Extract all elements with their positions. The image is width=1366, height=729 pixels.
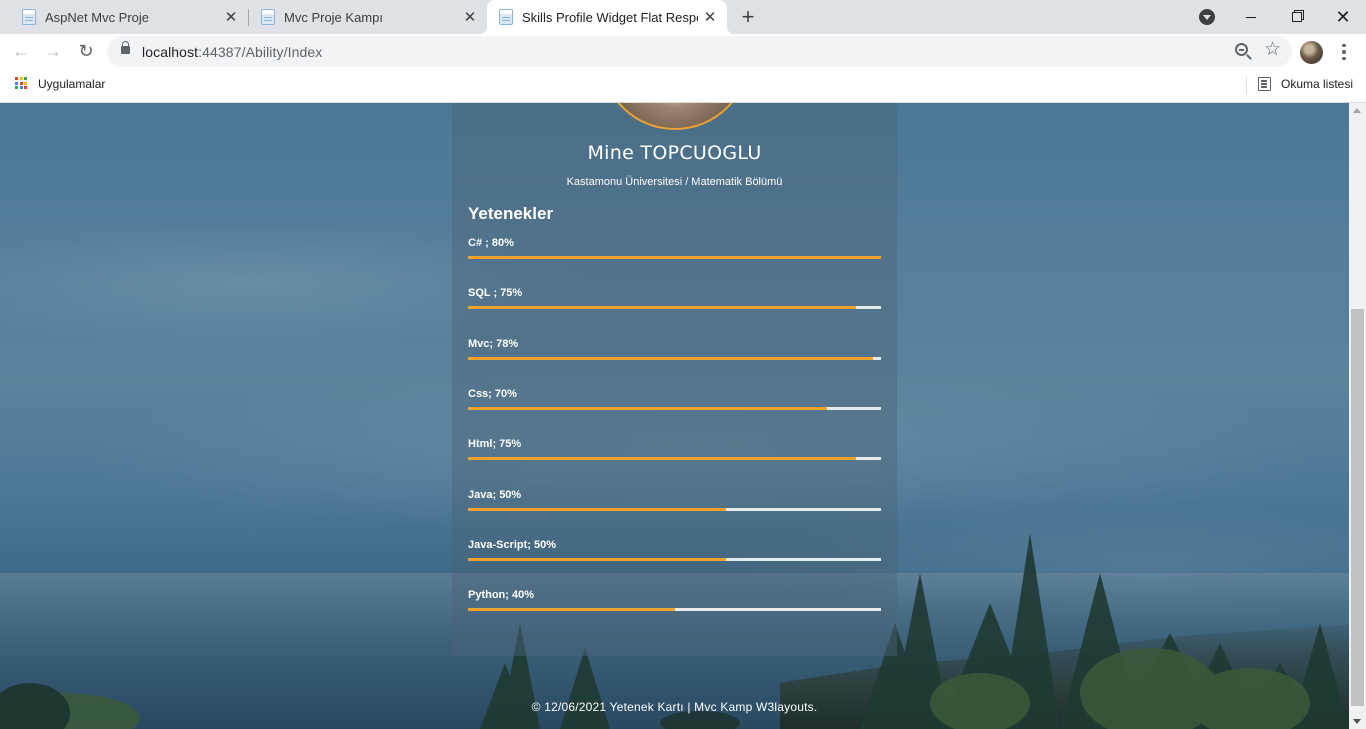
skill-progress-bar: [468, 557, 881, 561]
tab-search-icon[interactable]: [1199, 9, 1215, 25]
close-icon[interactable]: ✕: [222, 8, 240, 26]
skill-progress-bar: [468, 256, 881, 259]
skill-progress-fill: [468, 256, 881, 259]
skill-progress-fill: [468, 557, 727, 561]
tab-title: Skills Profile Widget Flat Responsive: [522, 9, 698, 25]
minimize-button[interactable]: [1228, 0, 1274, 34]
skill-progress-fill: [468, 507, 727, 511]
reading-list-icon[interactable]: [1258, 77, 1271, 91]
bookmarks-separator: [1246, 77, 1247, 94]
skill-progress-fill: [468, 356, 873, 360]
skill-progress-fill: [468, 406, 828, 410]
reload-button[interactable]: ↻: [72, 37, 100, 65]
forward-button[interactable]: →: [39, 37, 67, 65]
skill-progress-bar: [468, 406, 881, 410]
skill-label: Css; 70%: [468, 387, 517, 400]
skill-label: Java-Script; 50%: [468, 538, 557, 551]
skill-label: Python; 40%: [468, 589, 535, 602]
scrollbar-thumb[interactable]: [1351, 309, 1364, 706]
skill-progress-bar: [468, 608, 881, 612]
skill-progress-bar: [468, 306, 881, 310]
tab-mvc-proje-kampi[interactable]: Mvc Proje Kampı ✕: [239, 0, 487, 34]
url-path: :44387/Ability/Index: [198, 44, 323, 60]
page-footer: © 12/06/2021 Yetenek Kartı | Mvc Kamp W3…: [531, 700, 818, 714]
skill-progress-fill: [468, 457, 857, 461]
skill-row: Css; 70%: [468, 388, 881, 418]
skill-label: SQL ; 75%: [468, 287, 523, 300]
skill-label: Java; 50%: [468, 488, 522, 501]
skill-row: SQL ; 75%: [468, 287, 881, 317]
page-viewport: Mine TOPCUOGLU Kastamonu Üniversitesi / …: [0, 103, 1349, 729]
page-icon: [261, 9, 275, 25]
lock-icon[interactable]: [121, 41, 130, 54]
scroll-down-arrow[interactable]: [1353, 719, 1361, 724]
url-host: localhost: [142, 44, 199, 60]
window-close-button[interactable]: ✕: [1320, 0, 1366, 34]
menu-icon[interactable]: [1336, 42, 1352, 62]
skill-progress-bar: [468, 356, 881, 360]
browser-toolbar: ← → ↻ localhost:44387/Ability/Index ☆: [0, 34, 1366, 69]
skill-label: C# ; 80%: [468, 237, 514, 249]
tab-title: AspNet Mvc Proje: [45, 9, 150, 25]
star-icon[interactable]: ☆: [1264, 40, 1281, 59]
profile-avatar[interactable]: [1300, 41, 1323, 64]
skill-label: Html; 75%: [468, 438, 522, 451]
skills-heading: Yetenekler: [468, 204, 554, 223]
skills-profile-card: Mine TOPCUOGLU Kastamonu Üniversitesi / …: [452, 103, 897, 656]
skill-row: C# ; 80%: [468, 237, 881, 267]
page-scrollbar[interactable]: [1349, 103, 1366, 729]
skill-progress-fill: [468, 608, 675, 612]
apps-bookmark[interactable]: Uygulamalar: [38, 77, 105, 91]
profile-department: Kastamonu Üniversitesi / Matematik Bölüm…: [566, 176, 783, 188]
skill-progress-fill: [468, 306, 857, 310]
skill-row: Java-Script; 50%: [468, 539, 881, 569]
close-icon[interactable]: ✕: [701, 8, 719, 26]
tab-aspnet-mvc-proje[interactable]: AspNet Mvc Proje ✕: [0, 0, 248, 34]
tab-skills-profile-widget[interactable]: Skills Profile Widget Flat Responsive ✕: [479, 0, 735, 34]
reading-list-button[interactable]: Okuma listesi: [1281, 77, 1353, 91]
skill-row: Html; 75%: [468, 438, 881, 468]
apps-icon[interactable]: [15, 77, 27, 89]
page-icon: [499, 9, 513, 25]
profile-photo: [600, 103, 750, 130]
skill-progress-bar: [468, 457, 881, 461]
skill-row: Mvc; 78%: [468, 338, 881, 368]
skill-row: Java; 50%: [468, 489, 881, 519]
maximize-button[interactable]: [1274, 0, 1320, 34]
skill-label: Mvc; 78%: [468, 337, 519, 350]
skill-progress-bar: [468, 507, 881, 511]
bookmarks-bar: Uygulamalar Okuma listesi: [0, 69, 1366, 103]
close-icon[interactable]: ✕: [461, 8, 479, 26]
tab-title: Mvc Proje Kampı: [284, 9, 383, 25]
profile-name: Mine TOPCUOGLU: [587, 142, 762, 164]
address-bar[interactable]: localhost:44387/Ability/Index ☆: [107, 36, 1292, 67]
skill-row: Python; 40%: [468, 589, 881, 619]
url-text[interactable]: localhost:44387/Ability/Index: [142, 44, 322, 60]
scroll-up-arrow[interactable]: [1353, 108, 1361, 113]
back-button[interactable]: ←: [7, 37, 35, 65]
zoom-icon[interactable]: [1235, 43, 1248, 56]
tab-strip: AspNet Mvc Proje ✕ Mvc Proje Kampı ✕ Ski…: [0, 0, 1366, 34]
page-icon: [22, 9, 36, 25]
new-tab-button[interactable]: +: [737, 6, 759, 28]
